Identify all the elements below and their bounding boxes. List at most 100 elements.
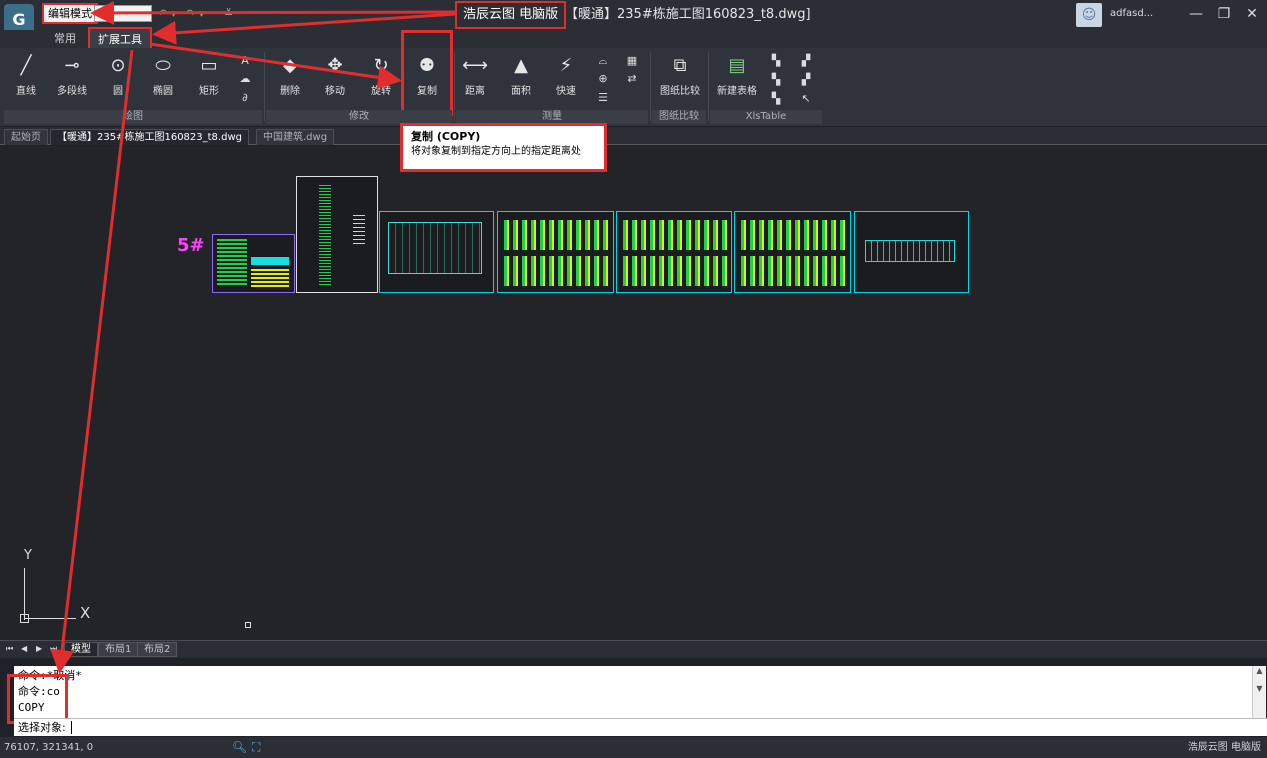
command-input[interactable]: 选择对象: xyxy=(14,718,1267,736)
table-link-icon[interactable]: ▚ xyxy=(768,92,784,106)
new-table-button[interactable]: ▤ 新建表格 xyxy=(712,52,762,98)
drawing-compare-button[interactable]: ⧉ 图纸比较 xyxy=(655,52,705,98)
drawing-sheet[interactable] xyxy=(616,211,732,293)
area-icon: ▲ xyxy=(514,55,528,76)
sheet-content xyxy=(865,240,955,262)
ellipse-tool-button[interactable]: ⬭ 椭圆 xyxy=(143,52,183,98)
line-icon: ╱ xyxy=(20,55,32,76)
move-tool-button[interactable]: ✥ 移动 xyxy=(315,52,355,98)
app-title: 浩辰云图 电脑版 xyxy=(454,1,567,29)
maximize-button[interactable]: ❐ xyxy=(1215,5,1233,23)
prev-layout-icon[interactable]: ◀ xyxy=(21,644,27,653)
sheet-content xyxy=(353,215,365,245)
copy-tooltip: 复制 (COPY) 将对象复制到指定方向上的指定距离处 xyxy=(400,123,607,172)
tab-layout2[interactable]: 布局2 xyxy=(137,642,178,657)
drawing-sheet[interactable] xyxy=(379,211,494,293)
swap-icon[interactable]: ⇄ xyxy=(624,72,640,86)
drawing-sheet[interactable] xyxy=(296,176,378,293)
eraser-icon: ◆ xyxy=(283,55,297,76)
tab-common[interactable]: 常用 xyxy=(46,30,84,48)
undo-icon[interactable]: ↶ ▾ xyxy=(158,7,176,20)
sheet-content xyxy=(623,256,727,286)
sheet-content xyxy=(623,220,727,250)
scale-icon[interactable]: ▦ xyxy=(624,54,640,68)
last-layout-icon[interactable]: ⏭ xyxy=(50,644,57,654)
user-name[interactable]: adfasd... xyxy=(1110,8,1153,19)
move-icon: ✥ xyxy=(327,55,343,76)
status-app-name: 浩辰云图 电脑版 xyxy=(1187,742,1261,753)
circle-icon: ⊙ xyxy=(110,55,126,76)
drawing-sheet[interactable] xyxy=(854,211,969,293)
drawing-sheet[interactable] xyxy=(734,211,851,293)
revcloud-icon[interactable]: ∂ xyxy=(237,91,253,105)
command-history[interactable]: 命令:*取消* 命令:co COPY xyxy=(14,666,1254,718)
redo-icon[interactable]: ↷ ▾ xyxy=(186,7,204,20)
ucs-x-axis xyxy=(24,618,76,619)
rotate-tool-button[interactable]: ↻ 旋转 xyxy=(361,52,401,98)
zoom-icon[interactable]: 🔍︎ xyxy=(232,737,247,758)
sheet-content xyxy=(504,220,608,250)
group-modify-label: 修改 xyxy=(266,110,452,124)
tab-model[interactable]: 模型 xyxy=(64,642,98,657)
sheet-content xyxy=(251,269,289,289)
sheet-content xyxy=(251,257,289,265)
ucs-x-label: X xyxy=(80,604,91,622)
tab-layout1[interactable]: 布局1 xyxy=(98,642,139,657)
tab-hvac-drawing[interactable]: 【暖通】235#栋施工图160823_t8.dwg xyxy=(50,129,249,145)
quick-measure-button[interactable]: ⚡ 快速 xyxy=(546,52,586,98)
text-tool-icon[interactable]: A xyxy=(237,54,253,68)
cloud-icon[interactable]: ☁ xyxy=(237,72,253,86)
sheet-content xyxy=(504,256,608,286)
zoom-extents-icon[interactable]: ⛶ xyxy=(252,737,260,758)
cursor-coordinates: 76107, 321341, 0 xyxy=(4,742,94,753)
tab-start-page[interactable]: 起始页 xyxy=(4,129,48,145)
table-edit-icon[interactable]: ▚ xyxy=(768,54,784,68)
group-compare-label: 图纸比较 xyxy=(652,110,706,124)
ucs-origin-icon xyxy=(20,614,29,623)
ellipse-icon: ⬭ xyxy=(155,55,171,76)
group-measure-label: 测量 xyxy=(456,110,648,124)
delete-tool-button[interactable]: ◆ 删除 xyxy=(270,52,310,98)
table-update-icon[interactable]: ▞ xyxy=(798,73,814,87)
command-scrollbar[interactable]: ▲ ▼ xyxy=(1252,666,1266,718)
coordinate-icon[interactable]: ⊕ xyxy=(595,72,611,86)
quick-measure-icon: ⚡ xyxy=(559,55,573,76)
distance-tool-button[interactable]: ⟷ 距离 xyxy=(455,52,495,98)
list-icon[interactable]: ☰ xyxy=(595,91,611,105)
drawing-sheet[interactable] xyxy=(212,234,295,293)
next-layout-icon[interactable]: ▶ xyxy=(36,644,42,653)
drawing-sheet[interactable] xyxy=(497,211,614,293)
area-tool-button[interactable]: ▲ 面积 xyxy=(501,52,541,98)
separator xyxy=(264,52,265,122)
cursor-pickbox xyxy=(245,622,251,628)
quick-access-menu-icon[interactable]: ≚ xyxy=(224,7,233,20)
polyline-tool-button[interactable]: ⊸ 多段线 xyxy=(52,52,92,98)
command-prompt: 选择对象: xyxy=(18,721,66,734)
document-tabs: 起始页 【暖通】235#栋施工图160823_t8.dwg 中国建筑.dwg xyxy=(0,127,1267,145)
table-import-icon[interactable]: ▞ xyxy=(798,54,814,68)
separator xyxy=(650,52,651,122)
rectangle-tool-button[interactable]: ▭ 矩形 xyxy=(189,52,229,98)
distance-icon: ⟷ xyxy=(462,55,488,76)
group-xlstable-label: XlsTable xyxy=(710,110,822,124)
arc-measure-icon[interactable]: ⌓ xyxy=(595,54,611,68)
text-caret xyxy=(71,721,76,734)
table-export-icon[interactable]: ▚ xyxy=(768,73,784,87)
sheet-content xyxy=(741,220,845,250)
tooltip-description: 将对象复制到指定方向上的指定距离处 xyxy=(411,146,581,157)
ucs-y-label: Y xyxy=(24,548,32,563)
minimize-button[interactable]: — xyxy=(1187,5,1205,23)
mode-label: 编辑模式 xyxy=(42,3,98,24)
close-button[interactable]: ✕ xyxy=(1243,5,1261,23)
first-layout-icon[interactable]: ⏮ xyxy=(6,644,13,654)
tab-china-construction[interactable]: 中国建筑.dwg xyxy=(256,129,335,145)
ucs-y-axis xyxy=(24,568,25,620)
mode-select[interactable] xyxy=(94,5,152,22)
compare-icon: ⧉ xyxy=(673,55,687,76)
line-tool-button[interactable]: ╱ 直线 xyxy=(6,52,46,98)
user-avatar-icon[interactable]: ☺ xyxy=(1076,3,1102,27)
circle-tool-button[interactable]: ⊙ 圆 xyxy=(98,52,138,98)
table-select-icon[interactable]: ↖ xyxy=(798,92,814,106)
tooltip-title: 复制 (COPY) xyxy=(411,130,481,143)
file-title: 【暖通】235#栋施工图160823_t8.dwg] xyxy=(565,7,811,22)
